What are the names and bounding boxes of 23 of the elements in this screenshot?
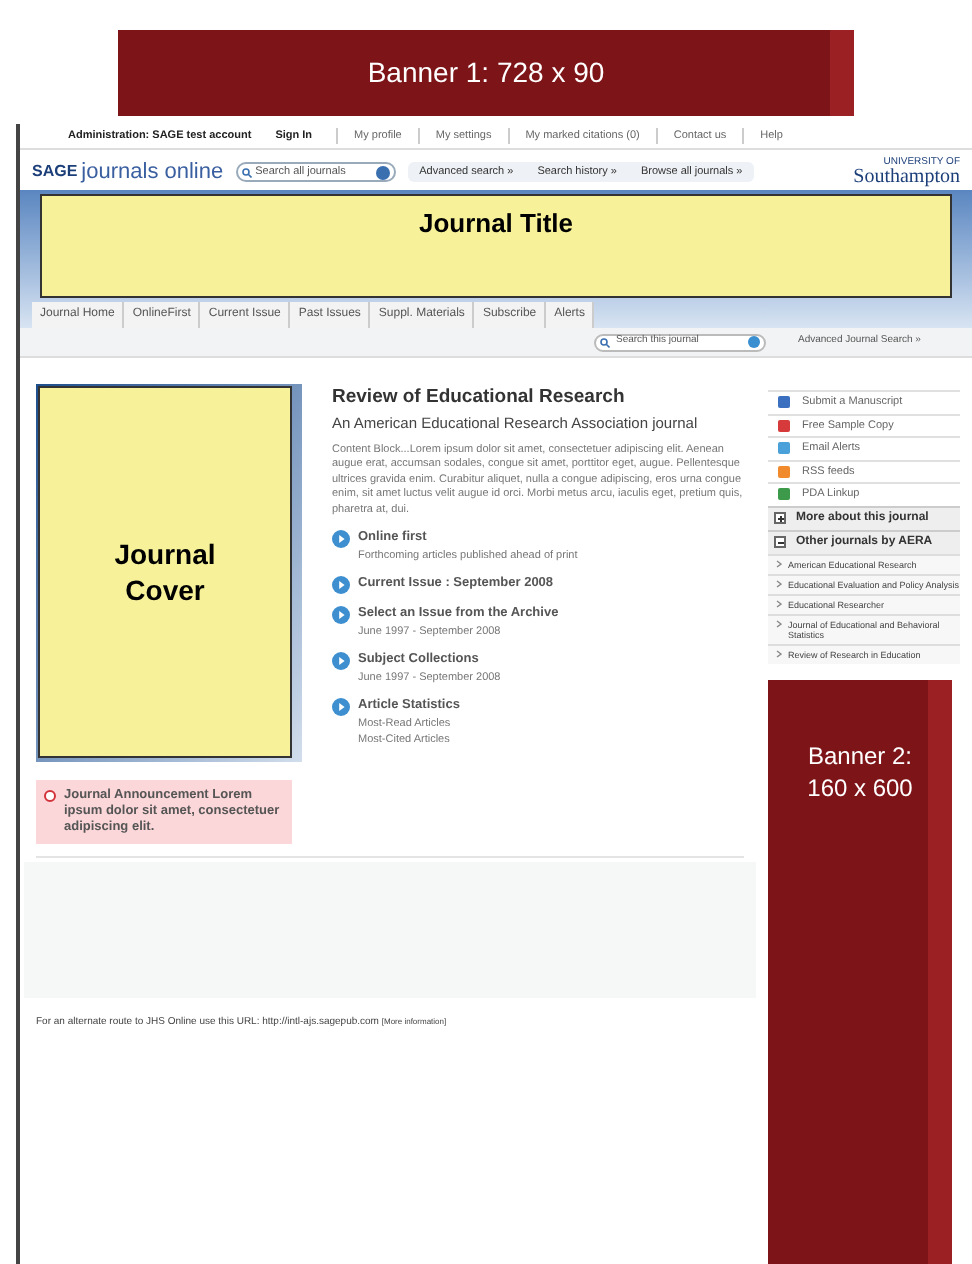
go-icon [748,336,760,348]
arrow-bullet-icon [332,606,350,624]
banner-label: Banner 2: 160 x 600 [805,739,915,805]
chevron-icon [776,560,782,568]
chevron-icon [776,620,782,628]
banner-label: Banner 1: 728 x 90 [367,54,605,92]
chevron-icon [776,600,782,608]
journal-title: Journal Title [418,206,574,242]
sage-logo: SAGE [32,160,78,184]
arrow-bullet-icon [332,576,350,594]
journal-name: Review of Educational Research [332,384,627,412]
cover-label: Journal Cover [112,536,218,608]
arrow-bullet-icon [332,530,350,548]
search-icon [241,167,252,177]
alert-icon [44,790,56,802]
product-name: journals online [81,157,224,188]
university-logo: Southampton [853,167,960,187]
go-icon [375,165,390,179]
chevron-icon [776,650,782,658]
arrow-bullet-icon [332,698,350,716]
search-icon [600,337,610,347]
arrow-bullet-icon [332,652,350,670]
chevron-icon [776,580,782,588]
